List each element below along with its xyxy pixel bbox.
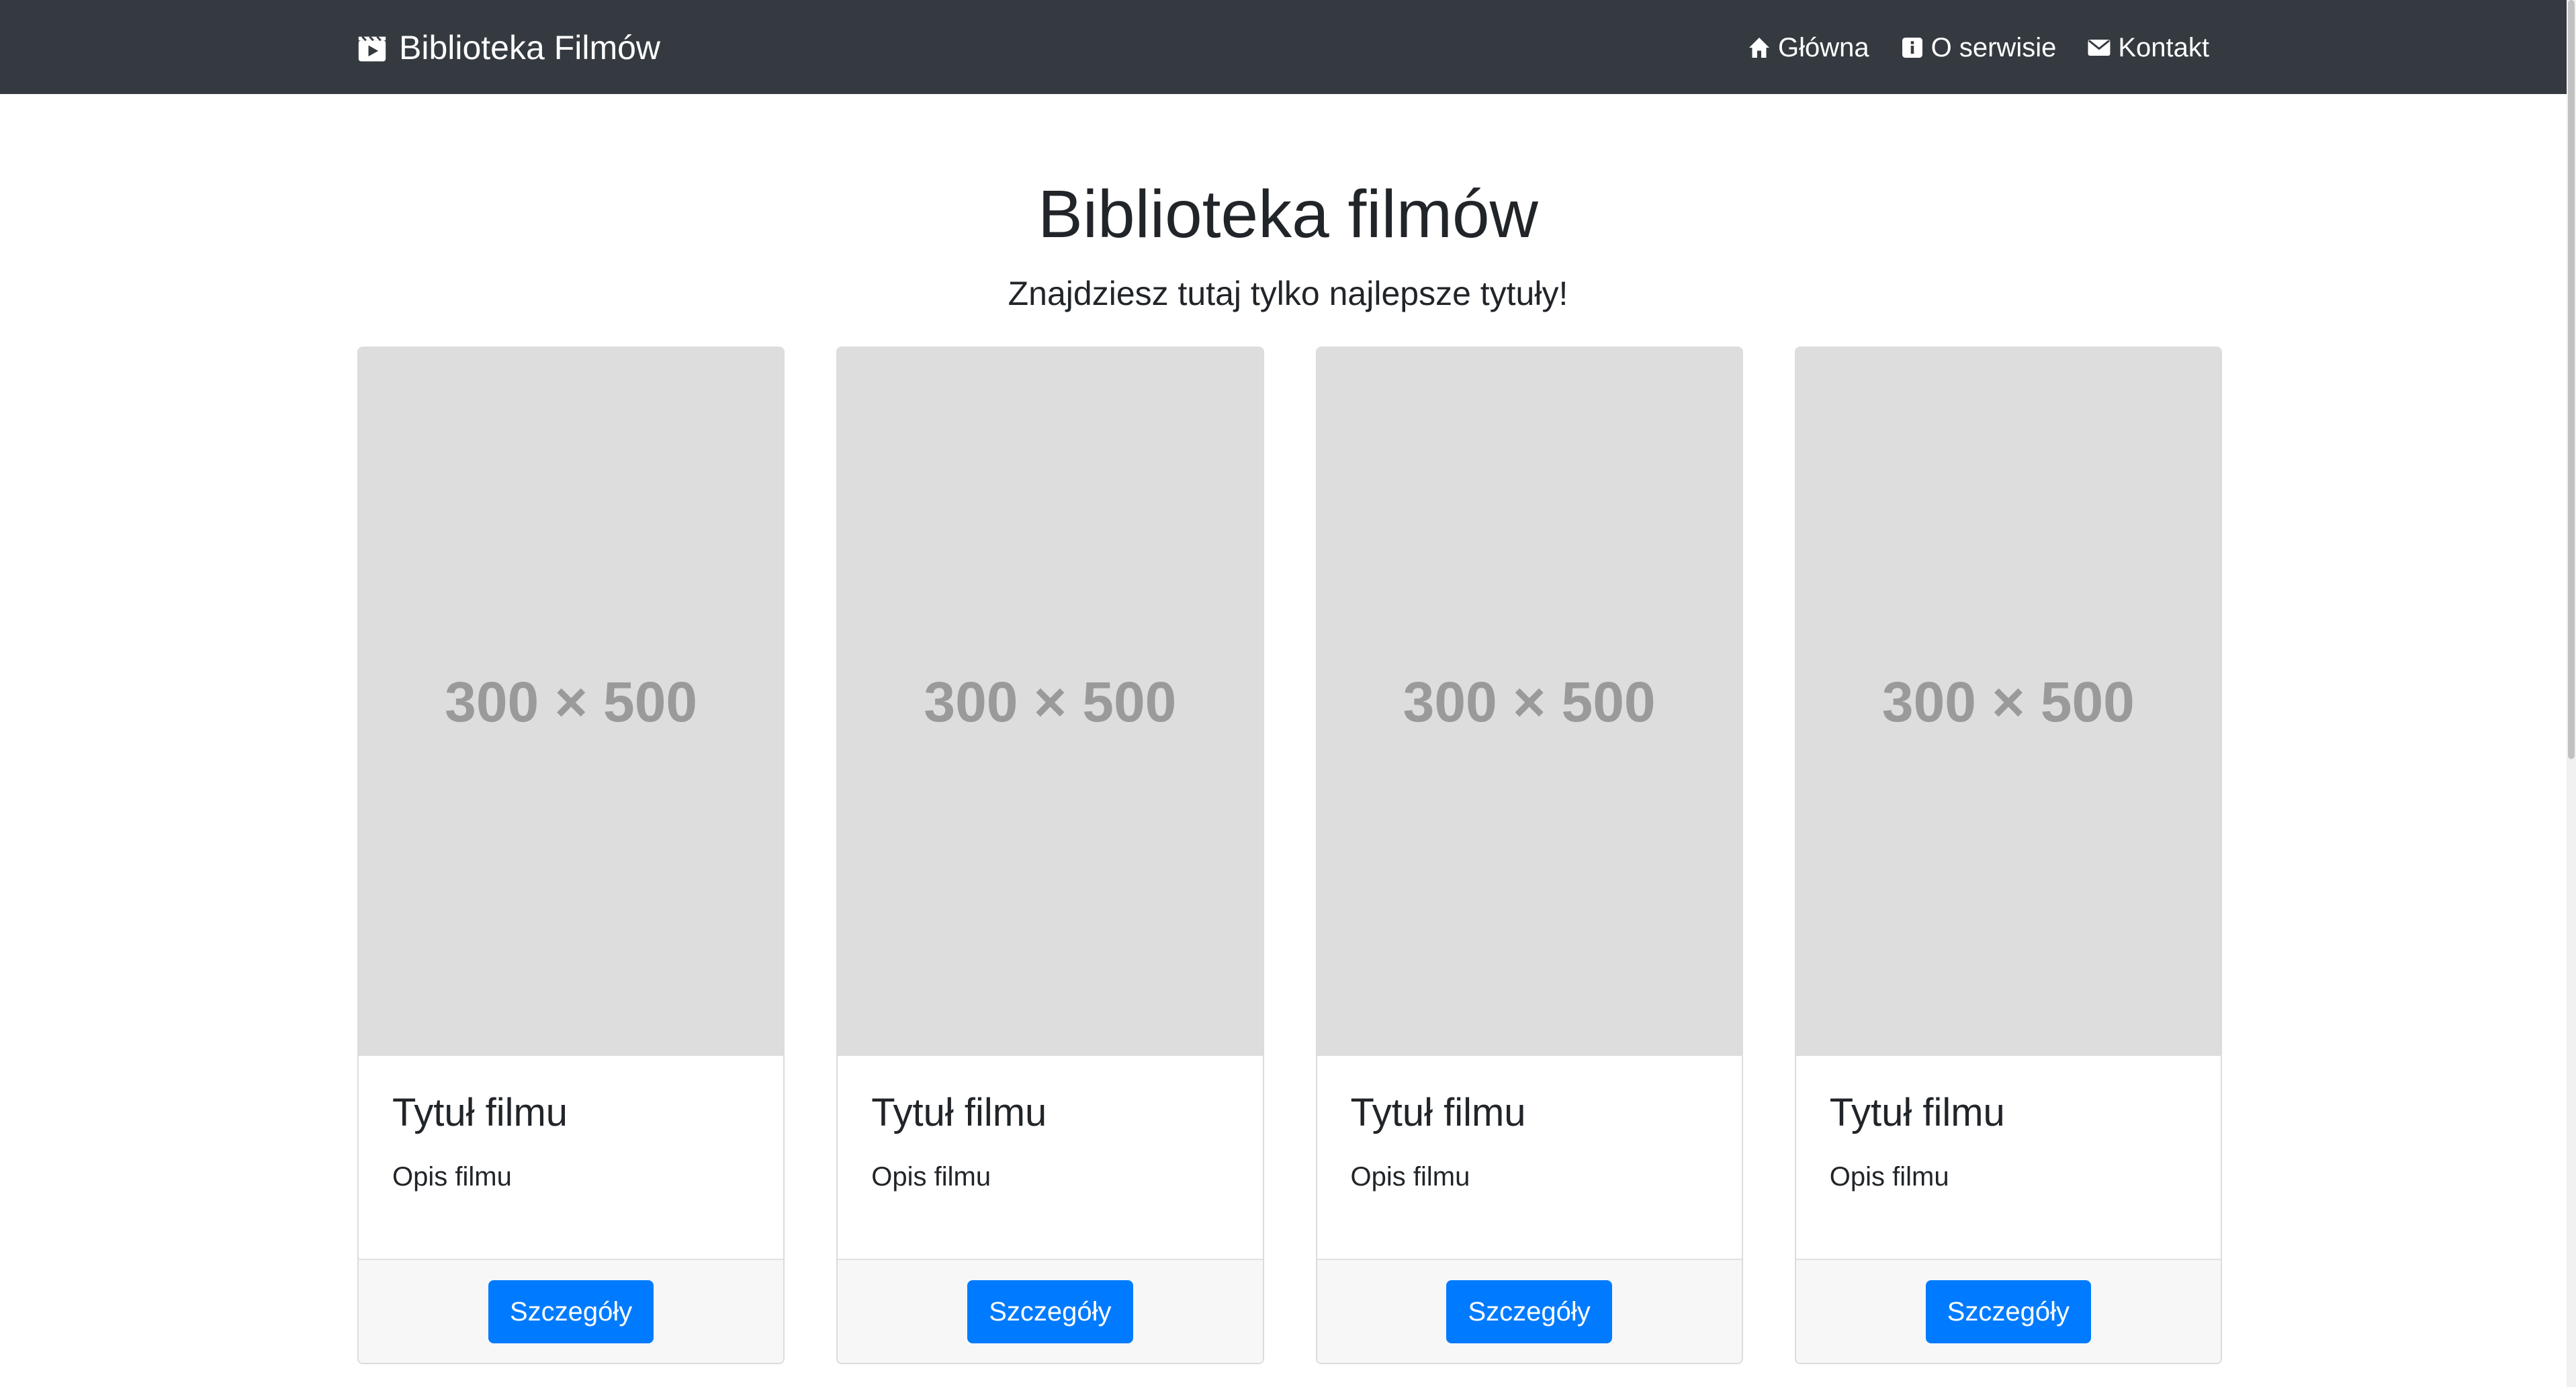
movie-card: 300 × 500 Tytuł filmu Opis filmu Szczegó…: [1794, 347, 2222, 1364]
nav-contact[interactable]: Kontakt: [2087, 33, 2209, 63]
movie-card: 300 × 500 Tytuł filmu Opis filmu Szczegó…: [836, 347, 1264, 1364]
nav-home-label: Główna: [1778, 32, 1869, 62]
details-button[interactable]: Szczegóły: [488, 1280, 654, 1343]
info-icon: [1900, 36, 1924, 60]
movie-card: 300 × 500 Tytuł filmu Opis filmu Szczegó…: [1315, 347, 1743, 1364]
card-title: Tytuł filmu: [392, 1091, 568, 1134]
brand-label: Biblioteka Filmów: [399, 29, 661, 66]
nav-menu: Główna O serwisie Kontakt: [1747, 24, 2209, 71]
card-body: Tytuł filmu Opis filmu: [1351, 1090, 1715, 1192]
poster-placeholder: 300 × 500: [838, 348, 1263, 1056]
details-button[interactable]: Szczegóły: [1925, 1280, 2092, 1343]
scrollbar-thumb[interactable]: [2568, 0, 2575, 759]
card-title: Tytuł filmu: [1350, 1091, 1526, 1134]
card-text: Opis filmu: [1829, 1162, 1949, 1192]
nav-about[interactable]: O serwisie: [1900, 32, 2057, 63]
details-button[interactable]: Szczegóły: [1446, 1280, 1612, 1343]
card-footer: Szczegóły: [359, 1259, 784, 1363]
movie-cards: 300 × 500 Tytuł filmu Opis filmu Szczegó…: [357, 347, 2222, 1364]
poster-placeholder: 300 × 500: [359, 348, 784, 1056]
film-icon: [357, 33, 387, 62]
page: Biblioteka Filmów Główna O serwisie Kont…: [0, 0, 2576, 1387]
home-icon: [1747, 36, 1771, 60]
card-title: Tytuł filmu: [871, 1091, 1047, 1134]
poster-placeholder: 300 × 500: [1317, 348, 1742, 1056]
brand-link[interactable]: Biblioteka Filmów: [357, 24, 660, 71]
nav-home[interactable]: Główna: [1747, 33, 1869, 63]
card-text: Opis filmu: [392, 1162, 512, 1192]
card-footer: Szczegóły: [1317, 1259, 1742, 1363]
navbar: Biblioteka Filmów Główna O serwisie Kont…: [0, 0, 2576, 94]
card-footer: Szczegóły: [838, 1259, 1263, 1363]
card-body: Tytuł filmu Opis filmu: [392, 1090, 756, 1192]
poster-placeholder: 300 × 500: [1795, 348, 2221, 1056]
card-title: Tytuł filmu: [1829, 1091, 2005, 1134]
card-text: Opis filmu: [871, 1162, 991, 1192]
details-button[interactable]: Szczegóły: [967, 1280, 1133, 1343]
card-footer: Szczegóły: [1795, 1259, 2221, 1363]
card-text: Opis filmu: [1350, 1162, 1470, 1192]
nav-about-label: O serwisie: [1930, 32, 2057, 62]
page-subtitle: Znajdziesz tutaj tylko najlepsze tytuły!: [1008, 275, 1568, 312]
envelope-icon: [2087, 36, 2111, 60]
nav-contact-label: Kontakt: [2118, 32, 2209, 62]
page-title: Biblioteka filmów: [1038, 177, 1538, 252]
card-body: Tytuł filmu Opis filmu: [1830, 1090, 2194, 1192]
movie-card: 300 × 500 Tytuł filmu Opis filmu Szczegó…: [357, 347, 785, 1364]
card-body: Tytuł filmu Opis filmu: [871, 1090, 1235, 1192]
